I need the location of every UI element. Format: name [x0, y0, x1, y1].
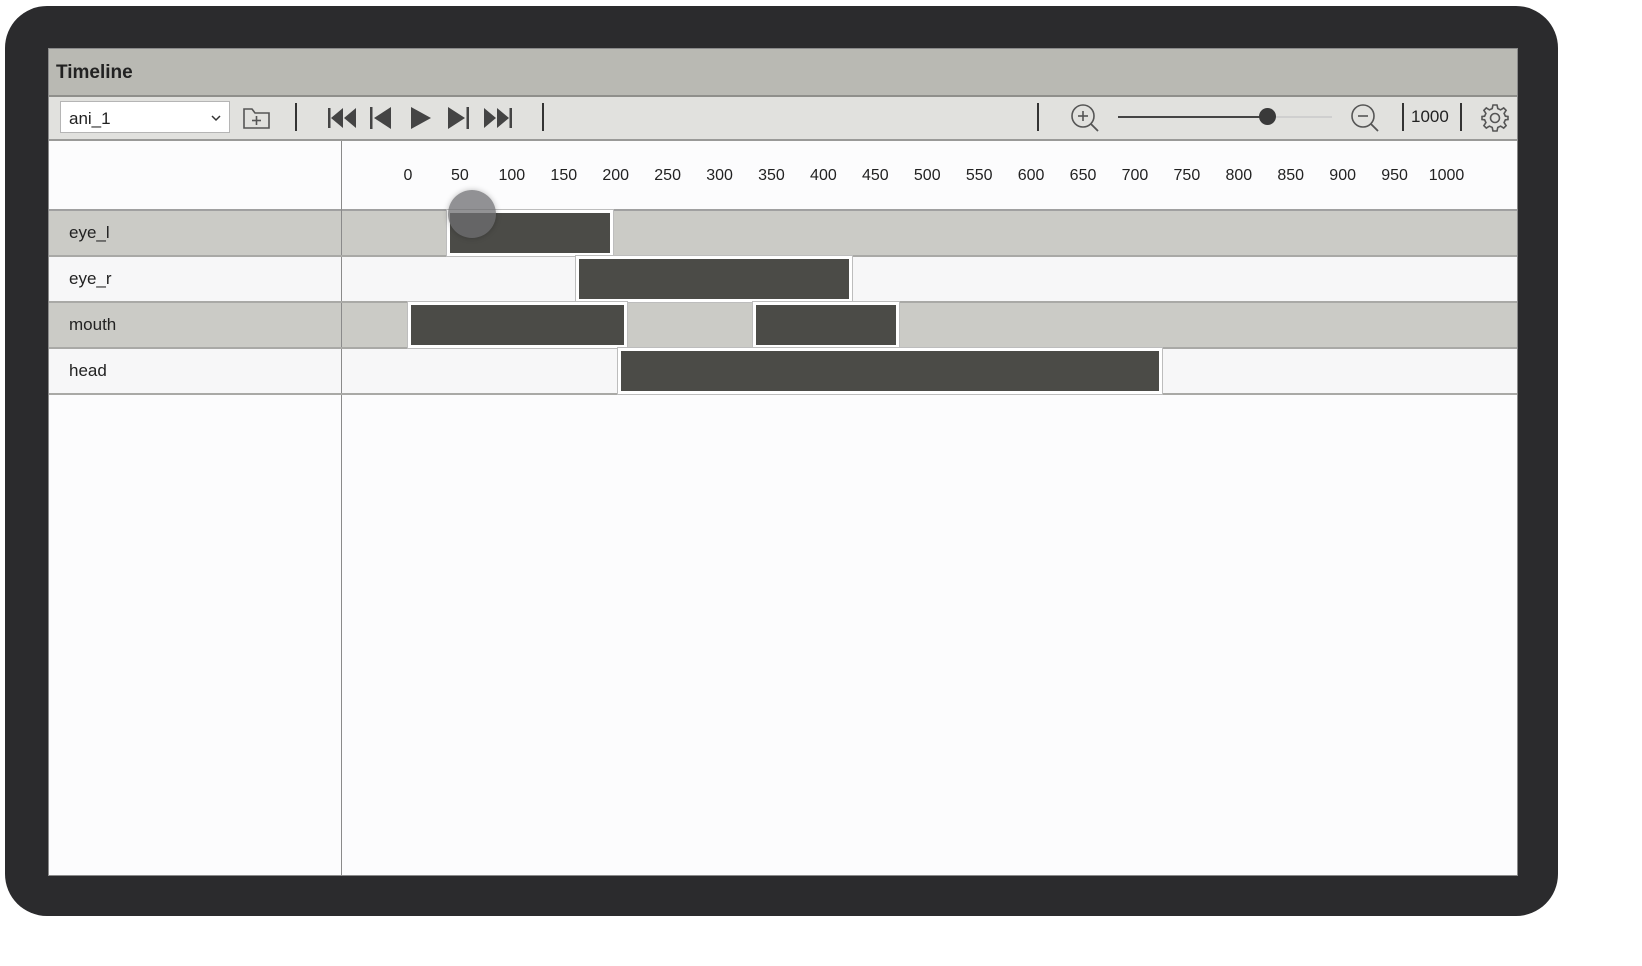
pane-divider: [341, 303, 342, 347]
animation-clip[interactable]: [579, 259, 850, 299]
animation-clip[interactable]: [620, 351, 1159, 391]
ruler-tick-label: 400: [810, 167, 837, 184]
pane-divider: [341, 349, 342, 393]
track-row-eye-l[interactable]: eye_l: [49, 211, 1517, 257]
ruler-tick-label: 150: [550, 167, 578, 184]
track-row-head[interactable]: head: [49, 349, 1517, 395]
timeline-window: Timeline ani_1 1000 0 50 100 150 200 250…: [48, 48, 1518, 876]
ruler-tick-label: 0: [403, 167, 413, 184]
toolbar-separator: [1460, 103, 1462, 131]
track-row-mouth[interactable]: mouth: [49, 303, 1517, 349]
toolbar-separator: [1402, 103, 1404, 131]
ruler-tick-label: 1000: [1428, 167, 1465, 184]
ruler-tick-label: 250: [654, 167, 681, 184]
animation-select[interactable]: ani_1: [60, 101, 230, 133]
skip-to-start-icon[interactable]: [327, 106, 357, 130]
track-name[interactable]: eye_r: [69, 269, 112, 289]
ruler-tick-label: 900: [1329, 167, 1356, 184]
zoom-out-icon[interactable]: [1349, 103, 1381, 133]
ruler-tick-label: 550: [965, 167, 993, 184]
zoom-slider-track-remaining[interactable]: [1270, 116, 1332, 118]
ruler-tick-label: 750: [1173, 167, 1201, 184]
track-name[interactable]: mouth: [69, 315, 116, 335]
animation-clip[interactable]: [755, 305, 897, 345]
ruler-tick-label: 700: [1121, 167, 1149, 184]
pane-divider: [341, 257, 342, 301]
step-back-icon[interactable]: [369, 105, 393, 131]
ruler-tick-label: 350: [758, 167, 785, 184]
ruler-tick-label: 500: [913, 167, 941, 184]
track-name[interactable]: eye_l: [69, 223, 110, 243]
animation-clip[interactable]: [411, 305, 624, 345]
ruler-tick-label: 800: [1225, 167, 1253, 184]
zoom-slider-thumb[interactable]: [1259, 108, 1276, 125]
ruler-tick-label: 100: [498, 167, 526, 184]
ruler-tick-label: 300: [706, 167, 733, 184]
window-title: Timeline: [56, 62, 133, 83]
skip-to-end-icon[interactable]: [483, 106, 513, 130]
ruler-tick-label: 650: [1069, 167, 1097, 184]
zoom-in-icon[interactable]: [1069, 103, 1101, 133]
ruler-tick-label: 200: [602, 167, 630, 184]
track-list-header: [49, 141, 341, 211]
track-row-eye-r[interactable]: eye_r: [49, 257, 1517, 303]
chevron-down-icon: [211, 115, 221, 122]
gear-icon[interactable]: [1480, 103, 1510, 133]
zoom-value: 1000: [1411, 107, 1449, 126]
ruler-tick-label: 950: [1381, 167, 1408, 184]
ruler-tick-label: 600: [1017, 167, 1045, 184]
animation-select-value: ani_1: [69, 109, 111, 128]
toolbar-separator: [295, 103, 297, 131]
toolbar-separator: [542, 103, 544, 131]
zoom-slider-track[interactable]: [1118, 116, 1270, 118]
pane-divider: [341, 211, 342, 255]
ruler-tick-label: 850: [1277, 167, 1305, 184]
play-icon[interactable]: [409, 105, 433, 131]
toolbar-separator: [1037, 103, 1039, 131]
ruler-tick-label: 50: [451, 167, 469, 184]
time-ruler[interactable]: 0 50 100 150 200 250 300 350 400 450 500 550 600 650 7…: [342, 141, 1517, 211]
ruler-tick-label: 450: [861, 167, 889, 184]
add-folder-icon[interactable]: [242, 105, 272, 131]
toolbar: ani_1 1000: [49, 97, 1517, 141]
track-name[interactable]: head: [69, 361, 107, 381]
title-bar: Timeline: [49, 49, 1517, 97]
step-forward-icon[interactable]: [446, 105, 470, 131]
